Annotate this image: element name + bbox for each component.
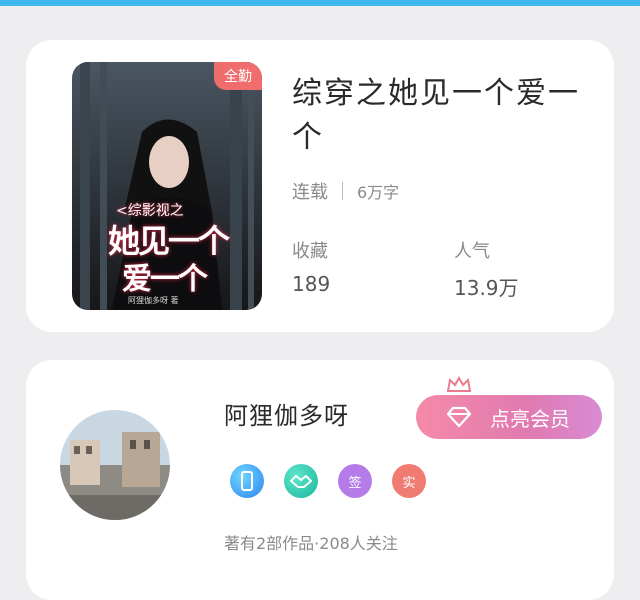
book-cover[interactable]: 全勤 <综影视之 她见一个 爱一个 阿狸伽多呀 著 (72, 62, 262, 310)
diamond-icon (446, 406, 472, 428)
phone-badge-icon[interactable] (230, 464, 264, 498)
vip-button-label: 点亮会员 (490, 406, 570, 431)
top-accent-bar (0, 0, 640, 6)
word-count: 6万字 (357, 183, 400, 202)
sign-badge-icon[interactable]: 签 (338, 464, 372, 498)
activate-vip-button[interactable]: 点亮会员 (416, 395, 602, 439)
author-stats: 著有2部作品·208人关注 (224, 534, 398, 553)
handshake-badge-icon[interactable] (284, 464, 318, 498)
book-title: 综穿之她见一个爱一个 (292, 76, 580, 155)
book-info-card: 全勤 <综影视之 她见一个 爱一个 阿狸伽多呀 著 综穿之她见一个爱一个 连载 … (26, 40, 614, 332)
popularity-value: 13.9万 (454, 276, 519, 300)
cover-author: 阿狸伽多呀 著 (128, 296, 179, 305)
favorites-label: 收藏 (292, 241, 328, 262)
avatar-image (60, 410, 170, 520)
cover-title-line2: 爱一个 (122, 262, 208, 297)
author-avatar[interactable] (60, 410, 170, 520)
book-meta: 连载 6万字 (292, 178, 399, 204)
author-badges: 签 实 (230, 464, 426, 498)
real-name-badge-icon[interactable]: 实 (392, 464, 426, 498)
popularity-label: 人气 (454, 241, 490, 262)
full-attendance-badge: 全勤 (214, 62, 262, 90)
author-card: 阿狸伽多呀 点亮会员 签 实 著有2部作品·208人关注 (26, 360, 614, 600)
serial-status: 连载 (292, 182, 328, 203)
favorites-value: 189 (292, 272, 331, 296)
meta-divider (342, 182, 343, 200)
author-name[interactable]: 阿狸伽多呀 (224, 396, 349, 431)
crown-icon (446, 375, 472, 392)
